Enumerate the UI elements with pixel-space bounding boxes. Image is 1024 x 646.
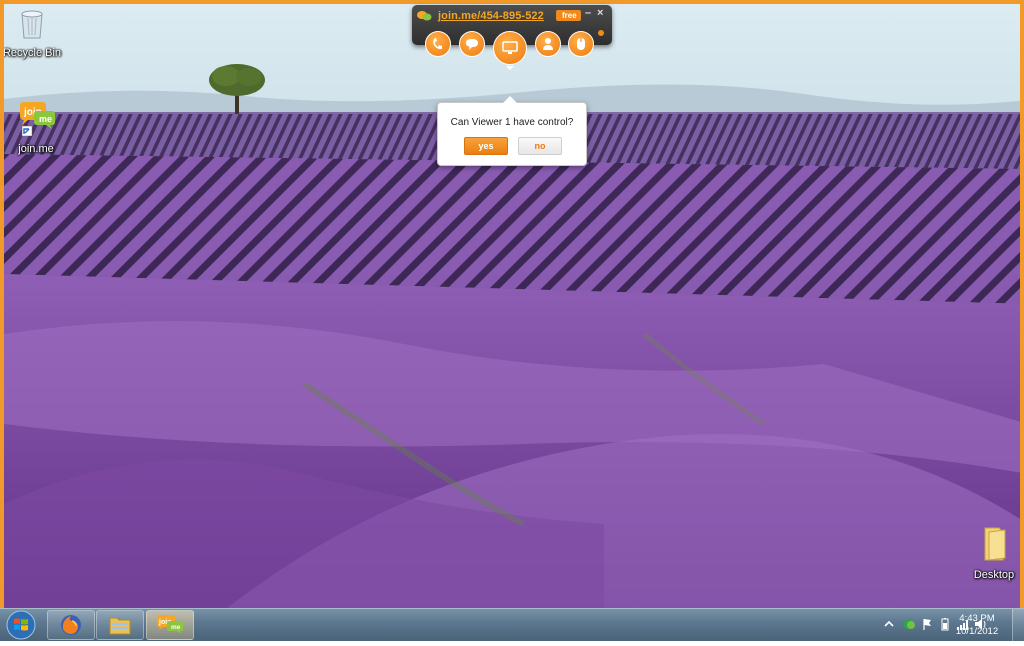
taskbar-clock[interactable]: 4:43 PM 10/1/2012 <box>952 612 1002 638</box>
windows-start-icon <box>6 610 36 640</box>
close-button[interactable]: × <box>597 7 603 19</box>
action-center-flag-icon[interactable] <box>920 617 934 631</box>
screen-share-icon <box>502 41 518 54</box>
chat-button[interactable] <box>459 31 485 57</box>
clock-date: 10/1/2012 <box>955 626 999 637</box>
battery-icon[interactable] <box>938 617 952 631</box>
mouse-control-icon <box>577 38 585 50</box>
desktop-folder-label: Desktop <box>973 569 1015 581</box>
start-button[interactable] <box>3 609 39 641</box>
taskbar-firefox[interactable] <box>47 610 95 640</box>
screen-share-caret-icon <box>506 66 514 70</box>
call-button[interactable] <box>425 31 451 57</box>
windows-explorer-icon <box>109 617 131 635</box>
phone-icon <box>433 38 442 50</box>
taskbar-joinme[interactable]: join me <box>146 610 194 640</box>
joinme-icon: join me <box>157 615 183 634</box>
joinme-logo-icon: join me <box>20 102 55 137</box>
free-badge: free <box>556 10 581 21</box>
show-desktop-button[interactable] <box>1012 609 1024 641</box>
joinme-desktop-icon[interactable]: join me join.me <box>4 100 68 155</box>
mouse-control-button[interactable] <box>568 31 594 57</box>
recycle-bin-icon <box>21 10 43 39</box>
folder-icon <box>984 527 1006 561</box>
recycle-bin-label: Recycle Bin <box>2 47 62 59</box>
show-hidden-icons-icon[interactable] <box>882 617 896 631</box>
svg-text:me: me <box>171 624 181 631</box>
chat-icon <box>466 39 478 50</box>
clock-time: 4:43 PM <box>959 613 995 624</box>
control-request-question: Can Viewer 1 have control? <box>450 117 574 128</box>
joinme-small-logo-icon <box>417 11 432 21</box>
status-dot <box>598 30 604 36</box>
no-button[interactable]: no <box>518 137 562 155</box>
svg-text:me: me <box>39 114 52 124</box>
joinme-session-link[interactable]: join.me/454-895-522 <box>438 10 544 22</box>
viewers-icon <box>543 38 553 50</box>
firefox-icon <box>61 615 81 635</box>
yes-button[interactable]: yes <box>464 137 508 155</box>
joinme-desktop-label: join.me <box>18 143 54 155</box>
joinme-tray-icon[interactable] <box>902 617 916 631</box>
popup-arrow <box>503 96 517 103</box>
minimize-button[interactable]: – <box>585 7 591 19</box>
taskbar: join me 4:43 PM 10/1/2012 <box>0 608 1024 641</box>
taskbar-windows-explorer[interactable] <box>96 610 144 640</box>
desktop-folder-icon-item[interactable]: Desktop <box>962 526 1020 581</box>
viewers-button[interactable] <box>535 31 561 57</box>
screen-share-button[interactable] <box>493 31 527 65</box>
control-request-popup: Can Viewer 1 have control? yes no <box>437 96 587 166</box>
joinme-code-row: join.me/454-895-522 <box>416 9 544 23</box>
recycle-bin-desktop-icon[interactable]: Recycle Bin <box>2 8 64 59</box>
